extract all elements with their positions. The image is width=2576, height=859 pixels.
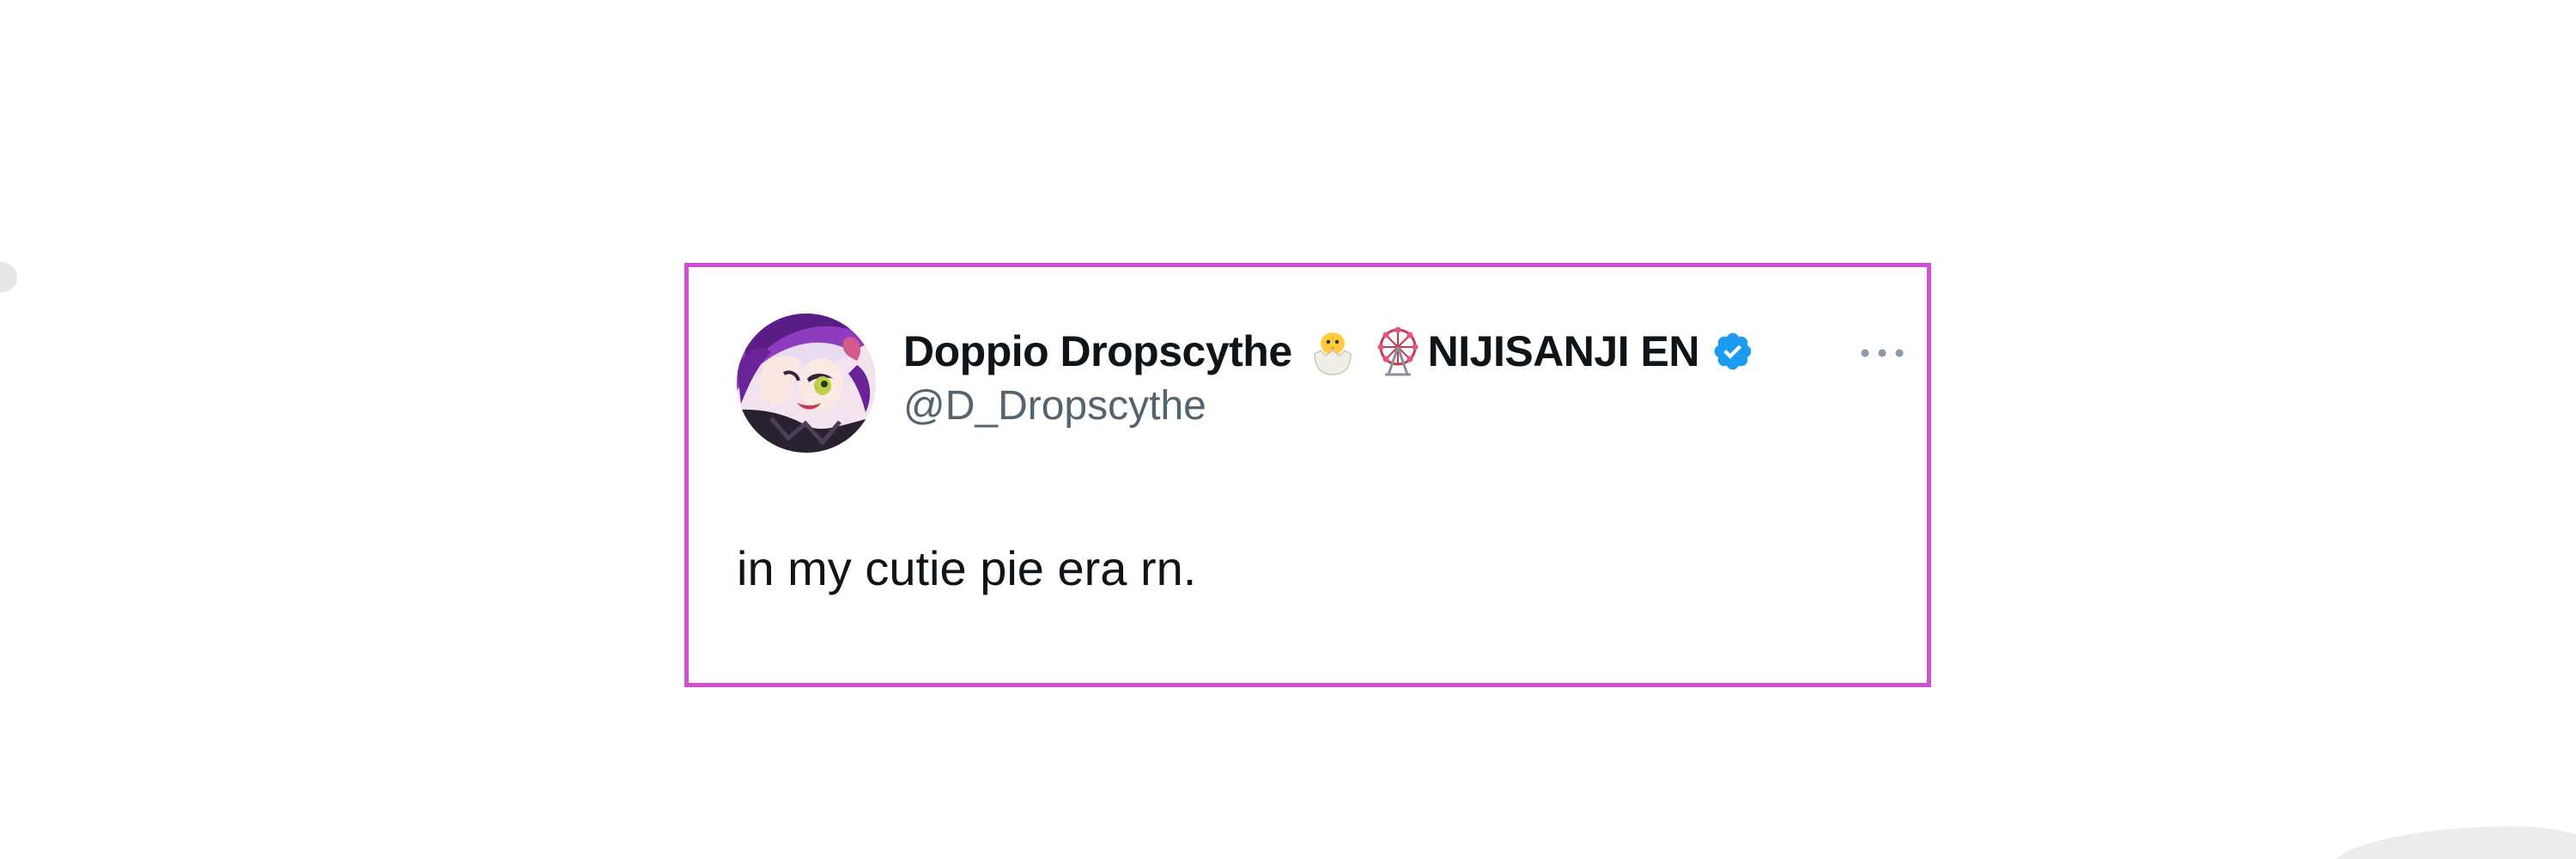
author-display-name[interactable]: Doppio Dropscythe: [903, 326, 1292, 376]
author-handle[interactable]: @D_Dropscythe: [903, 382, 1206, 430]
background-smudge-left: [0, 262, 17, 293]
author-affiliation[interactable]: NIJISANJI EN: [1428, 326, 1700, 376]
background-smudge-right: [2329, 826, 2576, 859]
tweet-card[interactable]: Doppio Dropscythe NIJISANJI EN @D_Dropsc…: [684, 263, 1931, 687]
more-options-icon: [1861, 349, 1904, 357]
tweet-text: in my cutie pie era rn.: [737, 541, 1197, 595]
anime-avatar-image: [737, 314, 876, 453]
author-name-row: Doppio Dropscythe NIJISANJI EN: [903, 324, 1754, 379]
hatching-chick-emoji-icon: [1306, 325, 1359, 378]
ferris-wheel-emoji-icon: [1371, 325, 1425, 378]
verified-badge-icon[interactable]: [1711, 330, 1754, 373]
author-avatar[interactable]: [737, 314, 876, 453]
more-options-button[interactable]: [1856, 340, 1908, 366]
